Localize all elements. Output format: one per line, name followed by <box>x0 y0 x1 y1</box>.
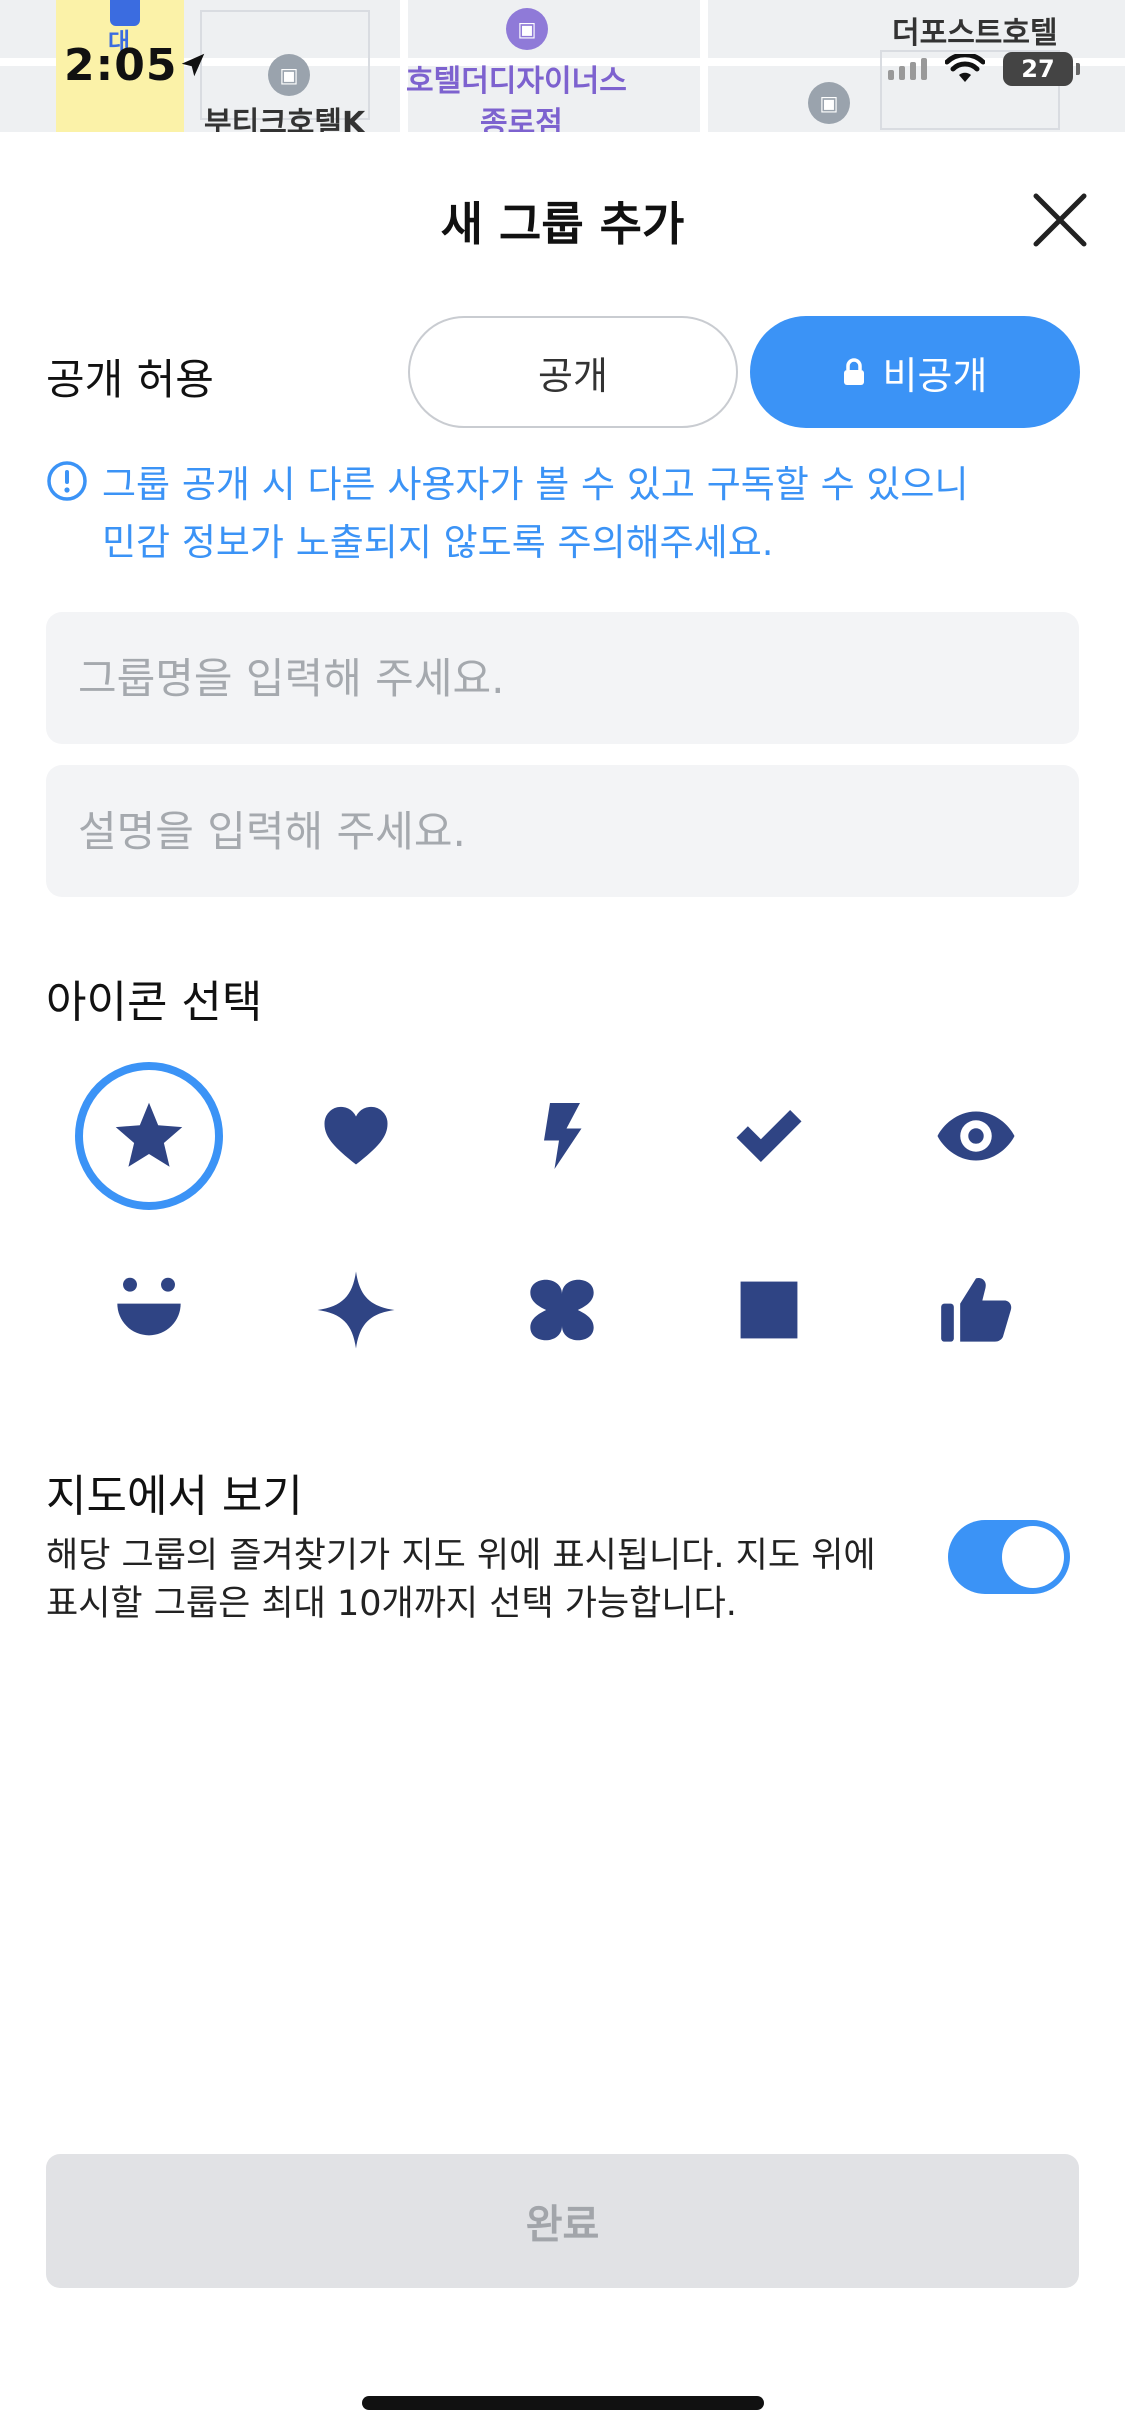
private-option-label: 비공개 <box>882 353 988 398</box>
hotel-poi-icon[interactable]: ▣ <box>506 8 548 50</box>
map-view-toggle[interactable] <box>948 1520 1070 1594</box>
group-name-input[interactable] <box>46 612 1079 744</box>
public-option-label: 공개 <box>538 353 608 398</box>
toggle-knob <box>1002 1526 1064 1588</box>
private-option-button[interactable]: 비공개 <box>750 316 1080 428</box>
icon-option-thumbs-up[interactable] <box>872 1234 1079 1386</box>
icon-option-check[interactable] <box>666 1060 873 1212</box>
visibility-label: 공개 허용 <box>46 355 214 404</box>
done-button[interactable]: 완료 <box>46 2154 1079 2288</box>
heart-icon <box>324 1106 388 1165</box>
map-view-title: 지도에서 보기 <box>46 1471 303 1522</box>
icon-option-eye[interactable] <box>872 1060 1079 1212</box>
icon-option-smile[interactable] <box>46 1234 253 1386</box>
notice-line: 민감 정보가 노출되지 않도록 주의해주세요. <box>102 521 774 564</box>
visibility-notice: 그룹 공개 시 다른 사용자가 볼 수 있고 구독할 수 있으니 민감 정보가 … <box>46 456 1076 572</box>
bolt-icon <box>544 1103 582 1169</box>
status-indicators: 27 <box>888 52 1080 86</box>
clover-icon <box>530 1279 595 1341</box>
hotel-poi-icon[interactable]: ▣ <box>268 54 310 96</box>
map-view-description: 해당 그룹의 즐겨찾기가 지도 위에 표시됩니다. 지도 위에 표시할 그룹은 … <box>46 1532 946 1628</box>
home-indicator[interactable] <box>362 2396 764 2410</box>
icon-picker-title: 아이콘 선택 <box>46 977 263 1028</box>
icon-option-clover[interactable] <box>459 1234 666 1386</box>
map-label[interactable]: 부티크호텔K <box>204 98 365 132</box>
public-option-button[interactable]: 공개 <box>408 316 738 428</box>
icon-option-sparkle[interactable] <box>253 1234 460 1386</box>
map-label[interactable]: 더포스트호텔 <box>892 8 1058 52</box>
icon-option-star[interactable] <box>46 1060 253 1212</box>
selected-ring <box>75 1062 224 1210</box>
map-road <box>700 0 708 132</box>
icon-option-bolt[interactable] <box>459 1060 666 1212</box>
eye-icon <box>937 1111 1015 1161</box>
battery-icon: 27 <box>1003 52 1080 86</box>
wifi-icon <box>945 54 985 82</box>
sparkle-icon <box>317 1271 395 1349</box>
cellular-signal-icon <box>888 58 927 80</box>
smile-icon <box>117 1277 181 1336</box>
group-description-input[interactable] <box>46 765 1079 897</box>
star-icon <box>116 1102 183 1167</box>
location-arrow-icon <box>181 53 205 77</box>
map-label[interactable]: 호텔더디자이너스 <box>406 56 627 100</box>
map-label[interactable]: 종로점 <box>480 98 563 132</box>
icon-picker-grid <box>46 1060 1079 1386</box>
notice-line: 그룹 공개 시 다른 사용자가 볼 수 있고 구독할 수 있으니 <box>102 463 969 506</box>
hotel-poi-icon[interactable]: ▣ <box>808 82 850 124</box>
status-time: 2:05 <box>64 40 178 91</box>
lock-icon <box>843 358 864 385</box>
close-icon[interactable] <box>1030 190 1090 250</box>
page-title: 새 그룹 추가 <box>440 197 685 251</box>
done-button-label: 완료 <box>525 2202 600 2248</box>
icon-option-square[interactable] <box>666 1234 873 1386</box>
notice-text: 그룹 공개 시 다른 사용자가 볼 수 있고 구독할 수 있으니 민감 정보가 … <box>102 456 969 572</box>
thumbs-up-icon <box>940 1278 1011 1342</box>
info-alert-icon <box>47 461 87 501</box>
check-icon <box>736 1110 802 1162</box>
map-view-description-line: 표시할 그룹은 최대 10개까지 선택 가능합니다. <box>46 1584 737 1624</box>
icon-option-heart[interactable] <box>253 1060 460 1212</box>
map-view-description-line: 해당 그룹의 즐겨찾기가 지도 위에 표시됩니다. 지도 위에 <box>46 1536 876 1576</box>
square-icon <box>740 1281 798 1339</box>
